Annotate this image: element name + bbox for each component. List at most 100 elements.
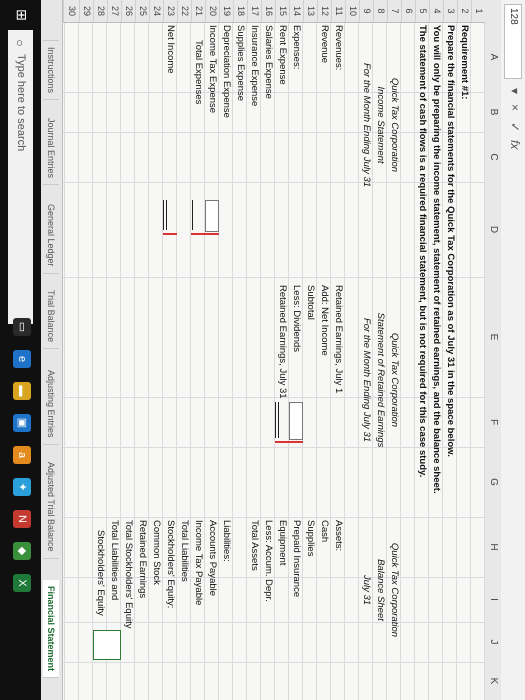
spreadsheet-window: 128 ▾ × ✓ fx A B C D E F G H I J K 1 2 3… [0, 0, 525, 700]
formula-bar: 128 ▾ × ✓ fx [500, 0, 525, 700]
liabilities-label: Liabilities: [221, 520, 232, 562]
income-statement-period: For the Month Ending July 31 [361, 62, 372, 188]
excel-icon[interactable]: X [13, 574, 31, 592]
row-header[interactable]: 2 [457, 0, 471, 23]
row-header[interactable]: 24 [149, 0, 163, 23]
error-marker [191, 233, 205, 235]
row-header[interactable]: 15 [275, 0, 289, 23]
netflix-icon[interactable]: N [13, 510, 31, 528]
dropbox-icon[interactable]: ✦ [13, 478, 31, 496]
income-tax-expense-label: Income Tax Expense [207, 25, 218, 114]
assets-label: Assets: [333, 520, 344, 552]
tab-adjusting-entries[interactable]: Adjusting Entries [43, 364, 59, 445]
revenue-label: Revenue [319, 25, 330, 64]
row-header[interactable]: 7 [387, 0, 401, 23]
row-header[interactable]: 6 [401, 0, 415, 23]
total-liabilities-equity-input[interactable] [93, 630, 121, 660]
balance-sheet-company: Quick Tax Corporation [389, 542, 400, 638]
row-header[interactable]: 10 [345, 0, 359, 23]
media-icon[interactable]: ◆ [13, 542, 31, 560]
row-header[interactable]: 11 [331, 0, 345, 23]
edge-browser-icon[interactable]: e [13, 350, 31, 368]
column-header-a[interactable]: A [484, 22, 501, 93]
tab-trial-balance[interactable]: Trial Balance [43, 284, 59, 350]
error-marker [275, 441, 303, 443]
column-header-i[interactable]: I [484, 577, 501, 623]
row-header[interactable]: 1 [471, 0, 485, 23]
dividends-input[interactable] [289, 402, 303, 440]
column-header-c[interactable]: C [484, 132, 501, 183]
row-header[interactable]: 14 [289, 0, 303, 23]
chevron-down-icon[interactable]: ▾ [508, 88, 522, 94]
income-statement-company: Quick Tax Corporation [389, 77, 400, 173]
row-header[interactable]: 16 [261, 0, 275, 23]
instruction-line: Prepare the financial statements for the… [445, 25, 456, 457]
row-header[interactable]: 22 [177, 0, 191, 23]
function-icon[interactable]: fx [508, 140, 522, 149]
row-header[interactable]: 20 [205, 0, 219, 23]
income-tax-expense-input[interactable] [205, 200, 219, 232]
retained-earnings-july1-label: Retained Earnings, July 1 [333, 285, 344, 394]
balance-sheet-title: Balance Sheet [375, 559, 386, 621]
row-header[interactable]: 17 [247, 0, 261, 23]
row-header[interactable]: 3 [443, 0, 457, 23]
tab-journal-entries[interactable]: Journal Entries [43, 112, 59, 186]
add-net-income-label: Add: Net Income [319, 285, 330, 356]
tab-instructions[interactable]: Instructions [43, 40, 59, 101]
row-header[interactable]: 21 [191, 0, 205, 23]
double-underline [166, 200, 167, 230]
row-header[interactable]: 30 [63, 0, 79, 23]
row-header[interactable]: 18 [233, 0, 247, 23]
total-expenses-label: Total Expenses [193, 40, 204, 105]
tab-general-ledger[interactable]: General Ledger [43, 198, 59, 274]
instruction-line: You will only be preparing the income st… [431, 25, 442, 494]
name-box[interactable]: 128 [504, 4, 522, 79]
amazon-icon[interactable]: a [13, 446, 31, 464]
row-header[interactable]: 12 [317, 0, 331, 23]
row-header[interactable]: 4 [429, 0, 443, 23]
file-explorer-icon[interactable]: ▬ [13, 382, 31, 400]
double-underline [275, 402, 276, 438]
accum-depr-label: Less: Accum. Depr. [263, 520, 274, 602]
retained-earnings-company: Quick Tax Corporation [389, 332, 400, 428]
row-header[interactable]: 29 [79, 0, 93, 23]
row-header[interactable]: 23 [163, 0, 177, 23]
prepaid-insurance-label: Prepaid Insurance [291, 520, 302, 598]
select-all-corner[interactable] [484, 0, 501, 23]
column-header-k[interactable]: K [484, 662, 501, 700]
column-header-f[interactable]: F [484, 397, 501, 448]
supplies-label: Supplies [305, 520, 316, 557]
retained-earnings-title: Statement of Retained Earnings [375, 312, 386, 448]
enter-icon[interactable]: ✓ [508, 122, 522, 132]
taskbar-search-input[interactable]: Type here to search [8, 30, 33, 324]
row-header[interactable]: 19 [219, 0, 233, 23]
tab-adjusted-trial-balance[interactable]: Adjusted Trial Balance [43, 456, 59, 559]
cash-label: Cash [319, 520, 330, 543]
row-header[interactable]: 25 [135, 0, 149, 23]
column-header-j[interactable]: J [484, 622, 501, 663]
tab-financial-statement[interactable]: Financial Statement [43, 580, 59, 679]
row-header[interactable]: 13 [303, 0, 317, 23]
column-header-g[interactable]: G [484, 447, 501, 518]
total-stockholders-equity-label: Total Stockholders' Equity [123, 520, 134, 629]
column-header-h[interactable]: H [484, 517, 501, 578]
task-view-icon[interactable]: ▭ [13, 318, 31, 336]
row-header[interactable]: 27 [107, 0, 121, 23]
instruction-line: The statement of cash flows is a require… [417, 25, 428, 478]
cancel-icon[interactable]: × [508, 104, 522, 111]
row-header[interactable]: 28 [93, 0, 107, 23]
depreciation-expense-label: Depreciation Expense [221, 25, 232, 118]
store-icon[interactable]: ▣ [13, 414, 31, 432]
row-header[interactable]: 26 [121, 0, 135, 23]
common-stock-label: Common Stock [151, 520, 162, 585]
row-header[interactable]: 9 [359, 0, 373, 23]
windows-start-icon[interactable]: ⊞ [13, 6, 31, 24]
column-header-d[interactable]: D [484, 182, 501, 278]
row-header[interactable]: 8 [373, 0, 387, 23]
expenses-label: Expenses: [291, 25, 302, 70]
error-marker [205, 233, 219, 235]
column-header-b[interactable]: B [484, 92, 501, 133]
revenues-label: Revenues: [333, 25, 344, 71]
row-header[interactable]: 5 [415, 0, 429, 23]
column-header-e[interactable]: E [484, 277, 501, 398]
